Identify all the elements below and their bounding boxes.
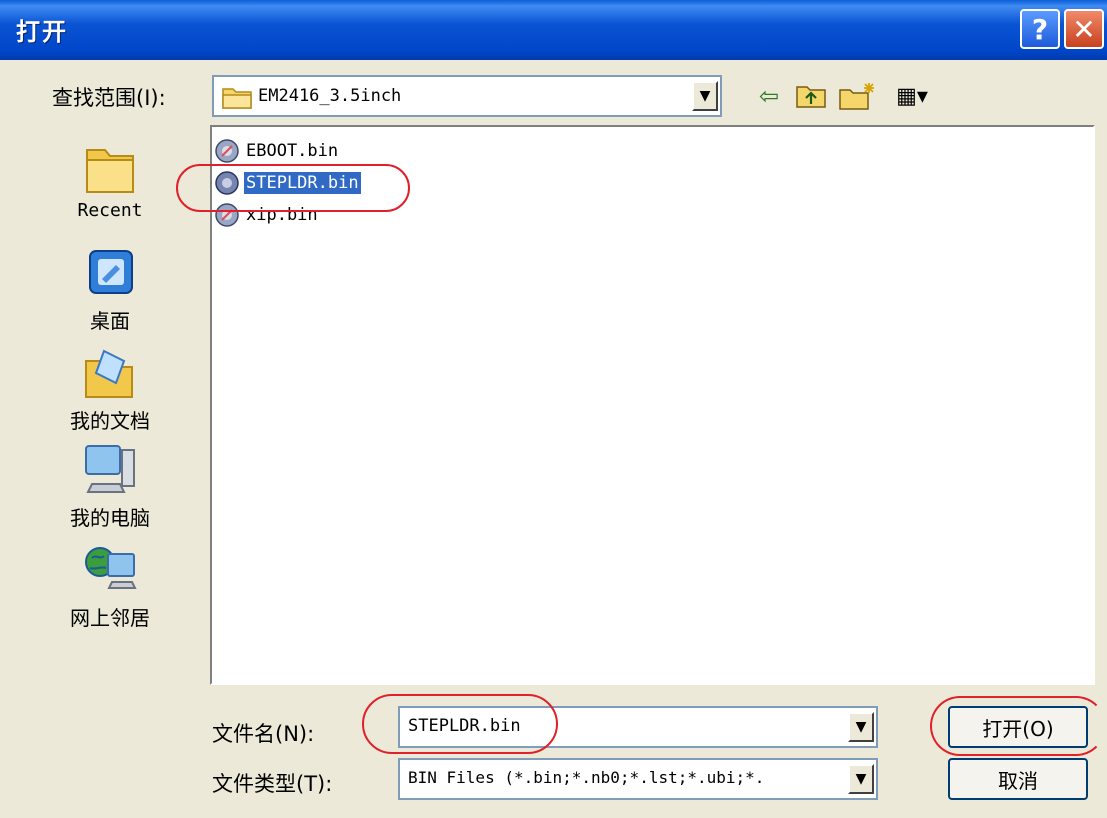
places-label-my-documents: 我的文档	[70, 409, 150, 433]
places-item-my-computer[interactable]: 我的电脑	[62, 440, 158, 531]
binary-file-icon	[215, 171, 239, 195]
desktop-icon	[89, 250, 133, 294]
window-title: 打开	[16, 18, 68, 46]
filename-dropdown-button[interactable]: ▼	[848, 712, 874, 742]
back-icon[interactable]: ⇦	[752, 80, 786, 112]
close-button[interactable]: ✕	[1064, 9, 1104, 49]
lookin-label: 查找范围(I):	[52, 86, 166, 110]
network-icon	[85, 547, 137, 589]
places-label-desktop: 桌面	[90, 309, 130, 333]
new-folder-icon[interactable]	[838, 80, 878, 112]
places-item-desktop[interactable]: 桌面	[62, 245, 158, 334]
folder-icon	[222, 88, 252, 109]
places-item-network[interactable]: 网上邻居	[62, 540, 158, 631]
filename-combobox[interactable]: STEPLDR.bin ▼	[398, 706, 878, 748]
open-button[interactable]: 打开(O)	[948, 706, 1088, 748]
filetype-combobox[interactable]: BIN Files (*.bin;*.nb0;*.lst;*.ubi;*. ▼	[398, 758, 878, 800]
places-label-network: 网上邻居	[70, 606, 150, 630]
up-folder-icon[interactable]	[794, 80, 828, 112]
places-item-my-documents[interactable]: 我的文档	[62, 345, 158, 434]
help-button[interactable]: ?	[1020, 9, 1060, 49]
filetype-label: 文件类型(T):	[212, 772, 333, 796]
lookin-combobox[interactable]: EM2416_3.5inch ▼	[212, 75, 722, 117]
file-name: STEPLDR.bin	[244, 172, 361, 194]
title-bar[interactable]	[0, 0, 1107, 60]
filetype-value: BIN Files (*.bin;*.nb0;*.lst;*.ubi;*.	[408, 768, 765, 787]
places-label-recent: Recent	[77, 200, 143, 221]
file-list[interactable]: EBOOT.bin STEPLDR.bin xip.bin	[210, 125, 1095, 685]
filetype-dropdown-button[interactable]: ▼	[848, 764, 874, 794]
filename-label: 文件名(N):	[212, 722, 315, 746]
binary-file-icon	[215, 203, 239, 227]
documents-folder-icon	[85, 349, 133, 398]
cancel-button[interactable]: 取消	[948, 758, 1088, 800]
file-item-eboot[interactable]: EBOOT.bin	[214, 137, 340, 165]
computer-icon	[85, 445, 135, 493]
binary-file-icon	[215, 139, 239, 163]
file-item-stepldr[interactable]: STEPLDR.bin	[214, 169, 361, 197]
lookin-dropdown-button[interactable]: ▼	[692, 81, 718, 111]
recent-folder-icon	[86, 149, 134, 193]
file-name: xip.bin	[246, 205, 318, 225]
places-label-my-computer: 我的电脑	[70, 506, 150, 530]
file-item-xip[interactable]: xip.bin	[214, 201, 320, 229]
places-item-recent[interactable]: Recent	[62, 140, 158, 221]
file-name: EBOOT.bin	[246, 141, 339, 161]
lookin-value: EM2416_3.5inch	[258, 86, 402, 106]
filename-input[interactable]: STEPLDR.bin	[408, 716, 521, 736]
view-menu-icon[interactable]: ▦▾	[888, 80, 936, 112]
